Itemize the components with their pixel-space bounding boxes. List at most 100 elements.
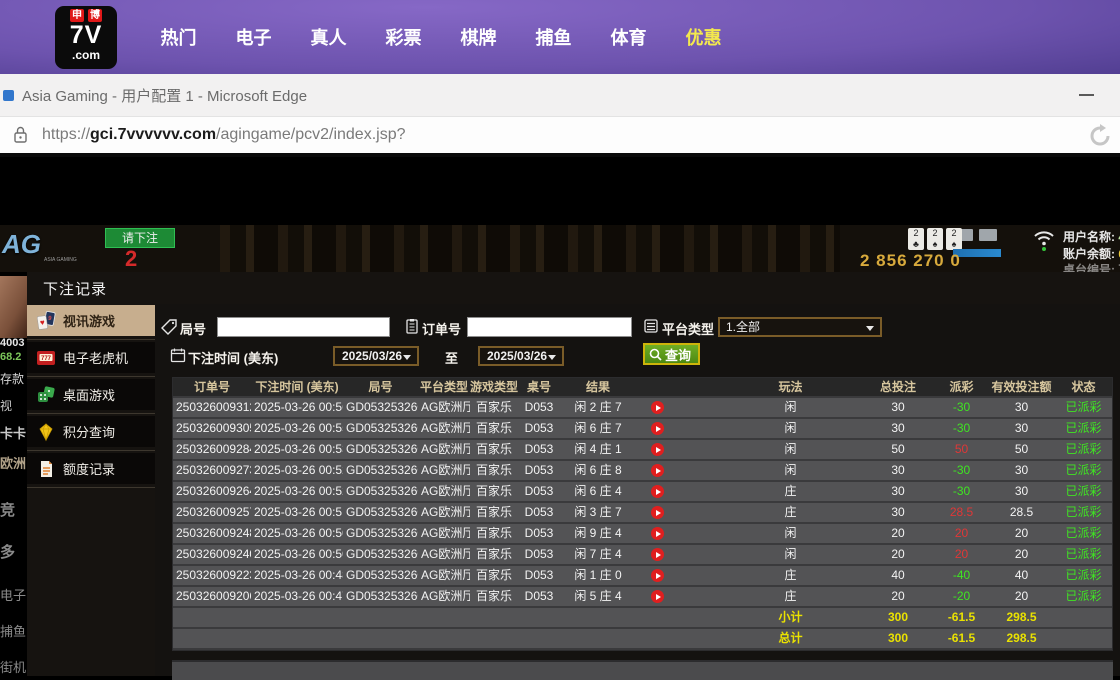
date-to-picker[interactable]: 2025/03/26 — [478, 346, 564, 366]
cell: D053 — [518, 545, 560, 564]
cell: 闲 1 庄 0 — [560, 566, 636, 585]
replay-button[interactable] — [651, 548, 664, 561]
gem-icon — [36, 422, 56, 442]
cell: D053 — [518, 419, 560, 438]
minimize-button[interactable] — [1079, 94, 1094, 96]
column-header: 局号 — [343, 378, 418, 396]
cell: AG欧洲厅 — [418, 503, 470, 522]
cell: AG欧洲厅 — [418, 524, 470, 543]
table-row: 2503260092235652025-03-26 00:48:51GD0532… — [173, 566, 1112, 587]
cell: AG欧洲厅 — [418, 461, 470, 480]
background-fragment: 视 — [0, 397, 27, 414]
nav-item-3[interactable]: 彩票 — [366, 24, 441, 50]
nav-item-6[interactable]: 体育 — [591, 24, 666, 50]
cell: AG欧洲厅 — [418, 440, 470, 459]
table-row: 2503260093123652025-03-26 00:56:19GD0532… — [173, 398, 1112, 419]
cell: 已派彩 — [1053, 524, 1114, 543]
search-button[interactable]: 查询 — [643, 343, 700, 365]
cell: -40 — [933, 566, 990, 585]
nav-menu: 热门电子真人彩票棋牌捕鱼体育优惠 — [141, 0, 741, 74]
column-header: 桌号 — [518, 378, 560, 396]
cell: 已派彩 — [1053, 566, 1114, 585]
cell: 百家乐 — [470, 461, 518, 480]
cell: 250326009257504 — [173, 503, 251, 522]
replay-button[interactable] — [651, 590, 664, 603]
cell: 250326009264819 — [173, 482, 251, 501]
cell: 闲 — [718, 398, 863, 417]
cell — [678, 608, 718, 627]
cell: AG欧洲厅 — [418, 587, 470, 606]
cell: 百家乐 — [470, 503, 518, 522]
sidebar-item-3[interactable]: 积分查询 — [27, 416, 155, 447]
clipboard-icon — [404, 318, 420, 334]
site-logo[interactable]: 申 博 7V .com — [55, 6, 117, 69]
sidebar-item-2[interactable]: 桌面游戏 — [27, 379, 155, 410]
cell — [470, 608, 518, 627]
cell: -30 — [933, 398, 990, 417]
game-background-strip: AG ASIA GAMING 请下注 2 2♣2♠2♠ 2 856 270 0 … — [0, 225, 1120, 272]
sidebar-item-1[interactable]: 777电子老虎机 — [27, 342, 155, 373]
table-row: 2503260092575042025-03-26 00:51:37GD0532… — [173, 503, 1112, 524]
column-header: 有效投注额 — [990, 378, 1053, 396]
cell: 2025-03-26 00:53:54 — [251, 440, 343, 459]
cell: 百家乐 — [470, 419, 518, 438]
replay-button[interactable] — [651, 464, 664, 477]
cell: 30 — [990, 419, 1053, 438]
order-label: 订单号 — [422, 319, 461, 338]
nav-item-1[interactable]: 电子 — [216, 24, 291, 50]
cell: 250326009248451 — [173, 524, 251, 543]
order-input[interactable] — [467, 317, 632, 337]
replay-button[interactable] — [651, 485, 664, 498]
replay-button[interactable] — [651, 422, 664, 435]
cell: 2025-03-26 00:56:19 — [251, 398, 343, 417]
nav-item-5[interactable]: 捕鱼 — [516, 24, 591, 50]
background-fragment: 存款 — [0, 370, 27, 387]
nav-item-2[interactable]: 真人 — [291, 24, 366, 50]
cell — [678, 482, 718, 501]
to-label: 至 — [445, 348, 458, 367]
nav-item-4[interactable]: 棋牌 — [441, 24, 516, 50]
cell: 闲 — [718, 524, 863, 543]
cell: 闲 3 庄 7 — [560, 503, 636, 522]
cell: D053 — [518, 587, 560, 606]
address-bar[interactable]: https://gci.7vvvvvv.com/agingame/pcv2/in… — [0, 116, 1120, 157]
cell — [560, 608, 636, 627]
cell — [1053, 608, 1114, 627]
background-fragment: 68.2 — [0, 351, 27, 363]
sidebar-item-0[interactable]: 9♥视讯游戏 — [27, 305, 155, 336]
replay-button[interactable] — [651, 569, 664, 582]
replay-button[interactable] — [651, 527, 664, 540]
replay-button[interactable] — [651, 443, 664, 456]
cell: 30 — [990, 398, 1053, 417]
logo-text: 7V — [70, 22, 103, 49]
cell: GD0532532609U — [343, 482, 418, 501]
replay-button[interactable] — [651, 506, 664, 519]
cell: 闲 6 庄 8 — [560, 461, 636, 480]
cell — [251, 608, 343, 627]
footer-cell: 300 — [863, 629, 933, 648]
lock-icon[interactable] — [13, 126, 28, 144]
platform-select[interactable]: 1.全部 — [718, 317, 882, 337]
slot-icon: 777 — [36, 348, 56, 368]
cell: AG欧洲厅 — [418, 398, 470, 417]
cell: AG欧洲厅 — [418, 566, 470, 585]
sidebar-item-4[interactable]: 额度记录 — [27, 453, 155, 484]
nav-item-7[interactable]: 优惠 — [666, 24, 741, 50]
round-label: 局号 — [180, 319, 206, 338]
round-input[interactable] — [217, 317, 390, 337]
refresh-icon[interactable] — [1088, 124, 1112, 148]
dealer-photo — [0, 276, 27, 338]
footer-cell: 总计 — [718, 629, 863, 648]
cell — [678, 587, 718, 606]
nav-item-0[interactable]: 热门 — [141, 24, 216, 50]
cell: 20 — [933, 545, 990, 564]
date-from-picker[interactable]: 2025/03/26 — [333, 346, 419, 366]
jackpot-number: 2 856 270 0 — [860, 251, 961, 271]
cell: AG欧洲厅 — [418, 545, 470, 564]
cell: 闲 4 庄 1 — [560, 440, 636, 459]
cell: 闲 7 庄 4 — [560, 545, 636, 564]
cell: 50 — [990, 440, 1053, 459]
replay-button[interactable] — [651, 401, 664, 414]
column-header: 订单号 — [173, 378, 251, 396]
cell: 百家乐 — [470, 524, 518, 543]
